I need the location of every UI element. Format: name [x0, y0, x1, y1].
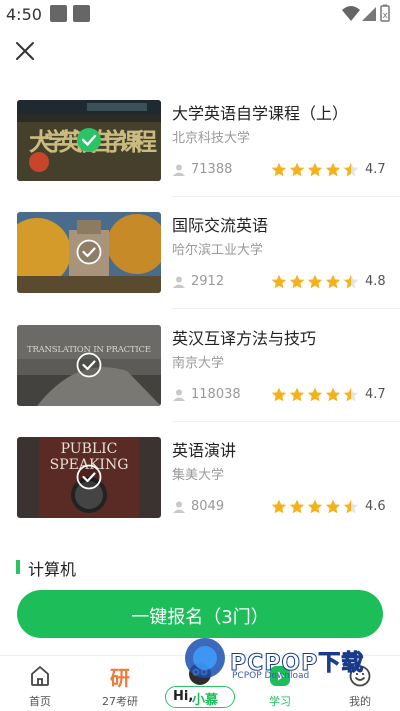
rating-value: 4.6	[365, 499, 386, 514]
tab-label: 首页	[29, 695, 51, 708]
smile-icon	[349, 665, 371, 687]
tab-label: 我的	[349, 695, 371, 708]
tab-label: 27考研	[102, 695, 138, 708]
tab-label: Hi,	[173, 689, 194, 704]
course-thumbnail	[17, 212, 161, 293]
wifi-icon	[342, 6, 360, 21]
selected-check-icon[interactable]	[76, 464, 102, 490]
course-item[interactable]: 大学英语自学课程 大学英语自学课程（上） 北京科技大学 71388 4.7	[0, 100, 400, 200]
star-icon	[325, 162, 341, 177]
star-icon	[325, 387, 341, 402]
svg-text:x: x	[383, 11, 389, 21]
learner-count-value: 71388	[191, 162, 233, 177]
star-icon	[289, 274, 305, 289]
course-item[interactable]: TRANSLATION IN PRACTICE 英汉互译方法与技巧 南京大学 1…	[0, 325, 400, 425]
rating-value: 4.7	[365, 387, 386, 402]
tab-study[interactable]: 学习	[240, 656, 320, 711]
tab-hi-xiaomu[interactable]: Hi, 小慕	[160, 656, 240, 711]
star-icon	[271, 499, 287, 514]
course-school: 哈尔滨工业大学	[172, 243, 264, 258]
system-status-icons: x	[342, 4, 390, 22]
divider	[172, 196, 400, 197]
selected-check-icon[interactable]	[76, 239, 102, 265]
rating-stars	[271, 274, 361, 290]
signal-icon	[362, 7, 376, 21]
course-thumbnail: 大学英语自学课程	[17, 100, 161, 181]
status-bar: 4:50 x	[0, 0, 400, 30]
star-icon	[307, 274, 323, 289]
tab-kaoyan[interactable]: 研 27考研	[80, 656, 160, 711]
close-icon[interactable]	[12, 38, 38, 64]
divider	[172, 308, 400, 309]
person-icon	[173, 501, 185, 513]
person-icon	[173, 164, 185, 176]
course-thumbnail: PUBLIC SPEAKING	[17, 437, 161, 518]
course-school: 集美大学	[172, 468, 225, 483]
course-school: 北京科技大学	[172, 131, 251, 146]
star-icon	[289, 162, 305, 177]
star-icon	[343, 162, 359, 177]
rating-stars	[271, 499, 361, 515]
star-icon	[271, 387, 287, 402]
course-title: 国际交流英语	[172, 216, 269, 235]
course-school: 南京大学	[172, 356, 225, 371]
star-icon	[343, 274, 359, 289]
learner-count-value: 8049	[191, 499, 225, 514]
rating-stars	[271, 162, 361, 178]
thumbnail-text: PUBLIC	[61, 441, 118, 457]
hi-xiaomu-pill: Hi, 小慕	[165, 686, 235, 708]
rating-value: 4.7	[365, 162, 386, 177]
course-item[interactable]: PUBLIC SPEAKING 英语演讲 集美大学 8049 4.6	[0, 437, 400, 537]
bottom-tab-bar: 首页 研 27考研 Hi, 小慕 学习 我的	[0, 655, 400, 711]
star-icon	[289, 387, 305, 402]
person-icon	[173, 389, 185, 401]
notification-icon	[50, 5, 67, 22]
notification-icon	[73, 5, 90, 22]
star-icon	[343, 387, 359, 402]
section-accent-bar	[16, 560, 20, 574]
rating-stars	[271, 387, 361, 403]
rating-value: 4.8	[365, 274, 386, 289]
kaoyan-icon: 研	[110, 666, 130, 690]
star-icon	[271, 162, 287, 177]
status-time: 4:50	[6, 5, 42, 24]
star-icon	[307, 162, 323, 177]
course-enroll-screen: 4:50 x 外语 大学英语自学课程	[0, 0, 400, 711]
tab-home[interactable]: 首页	[0, 656, 80, 711]
enroll-all-button[interactable]: 一键报名（3门）	[17, 590, 383, 638]
star-icon	[307, 387, 323, 402]
star-icon	[325, 499, 341, 514]
course-title: 英语演讲	[172, 441, 237, 460]
course-thumbnail: TRANSLATION IN PRACTICE	[17, 325, 161, 406]
owl-icon	[189, 663, 211, 685]
course-title: 大学英语自学课程（上）	[172, 104, 349, 123]
selected-check-icon[interactable]	[76, 127, 102, 153]
star-icon	[325, 274, 341, 289]
star-icon	[307, 499, 323, 514]
learner-count-value: 118038	[191, 387, 241, 402]
play-icon	[270, 666, 290, 686]
person-icon	[173, 276, 185, 288]
learner-count-value: 2912	[191, 274, 225, 289]
enroll-button-label: 一键报名（3门）	[131, 607, 269, 628]
tab-label: 小慕	[192, 693, 219, 708]
divider	[172, 421, 400, 422]
star-icon	[289, 499, 305, 514]
course-item[interactable]: 国际交流英语 哈尔滨工业大学 2912 4.8	[0, 212, 400, 312]
selected-check-icon[interactable]	[76, 352, 102, 378]
tab-label: 学习	[269, 695, 291, 708]
star-icon	[343, 499, 359, 514]
home-icon	[31, 666, 49, 686]
section-title: 计算机	[28, 560, 77, 579]
star-icon	[271, 274, 287, 289]
course-title: 英汉互译方法与技巧	[172, 329, 317, 348]
tab-profile[interactable]: 我的	[320, 656, 400, 711]
